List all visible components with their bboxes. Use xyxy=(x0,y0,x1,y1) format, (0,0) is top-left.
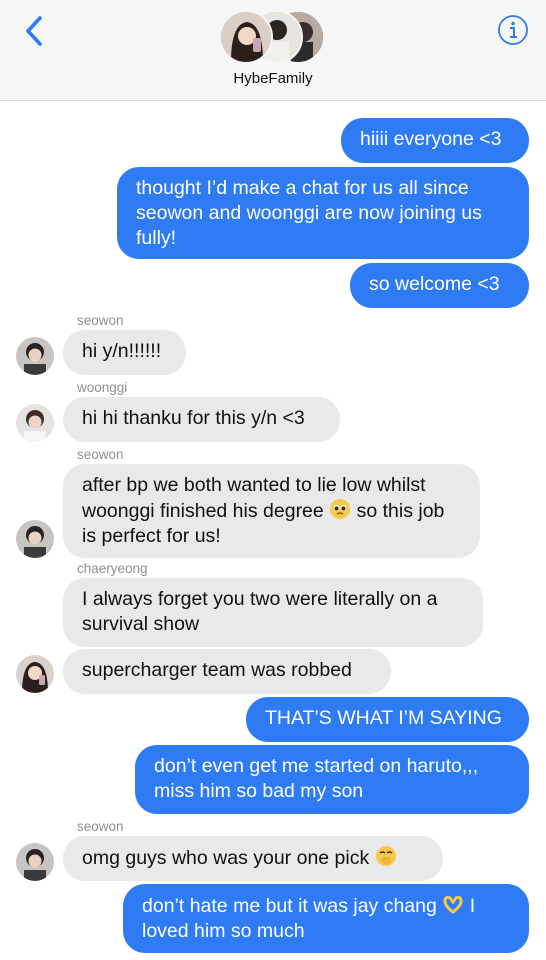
pleading-face-emoji xyxy=(329,498,351,520)
heart-hands-emoji xyxy=(442,893,464,915)
message-bubble-outgoing[interactable]: THAT’S WHAT I’M SAYING xyxy=(246,697,529,742)
chevron-left-icon xyxy=(26,16,42,46)
hand-over-mouth-emoji xyxy=(375,845,397,867)
avatar-seowon[interactable] xyxy=(16,337,54,375)
avatar-seowon[interactable] xyxy=(16,843,54,881)
message-bubble-outgoing[interactable]: hiiii everyone <3 xyxy=(341,118,529,163)
message-bubble-incoming[interactable]: hi y/n!!!!!! xyxy=(63,330,186,375)
member-avatar-1 xyxy=(219,10,273,64)
message-bubble-outgoing[interactable]: thought I’d make a chat for us all since… xyxy=(117,167,529,259)
message-bubble-incoming[interactable]: hi hi thanku for this y/n <3 xyxy=(63,397,340,442)
avatar-seowon[interactable] xyxy=(16,520,54,558)
message-bubble-incoming[interactable]: supercharger team was robbed xyxy=(63,649,391,694)
group-avatar[interactable] xyxy=(219,10,325,64)
sender-name: seowon xyxy=(77,313,124,328)
avatar-chaeryeong[interactable] xyxy=(16,655,54,693)
message-bubble-incoming[interactable]: omg guys who was your one pick xyxy=(63,836,443,881)
message-bubble-outgoing[interactable]: don’t hate me but it was jay chang I lov… xyxy=(123,884,529,953)
message-bubble-incoming[interactable]: I always forget you two were literally o… xyxy=(63,578,483,647)
sender-name: woonggi xyxy=(77,380,128,395)
message-bubble-incoming[interactable]: after bp we both wanted to lie low whils… xyxy=(63,464,480,558)
chat-header: HybeFamily xyxy=(0,0,546,101)
info-circle-icon xyxy=(498,15,528,45)
message-bubble-outgoing[interactable]: so welcome <3 xyxy=(350,263,529,308)
sender-name: seowon xyxy=(77,819,124,834)
message-text: omg guys who was your one pick xyxy=(82,847,370,869)
group-name[interactable]: HybeFamily xyxy=(0,70,546,87)
message-bubble-outgoing[interactable]: don’t even get me started on haruto,,, m… xyxy=(135,745,529,814)
message-text: don’t hate me but it was jay chang xyxy=(142,895,437,917)
back-button[interactable] xyxy=(20,14,50,48)
sender-name: seowon xyxy=(77,447,124,462)
avatar-woonggi[interactable] xyxy=(16,404,54,442)
info-button[interactable] xyxy=(497,14,529,46)
sender-name: chaeryeong xyxy=(77,561,148,576)
